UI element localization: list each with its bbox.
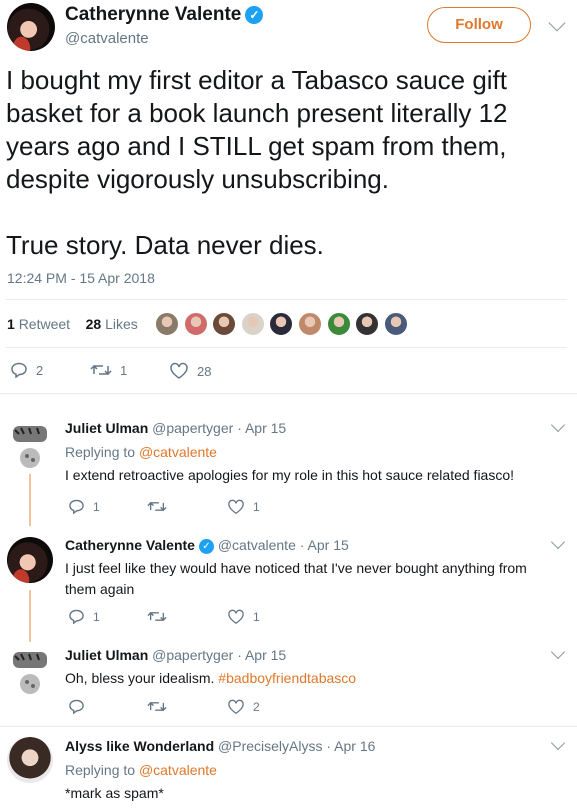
retweet-action[interactable] — [147, 699, 175, 714]
tweet-stats: 1 Retweet 28 Likes — [7, 316, 138, 332]
liker-avatar[interactable] — [240, 312, 265, 336]
retweet-icon — [147, 611, 167, 622]
like-count: 28 — [197, 363, 212, 379]
tiger-avatar-icon — [13, 652, 47, 694]
liker-avatar[interactable] — [355, 312, 380, 336]
reply-count: 1 — [93, 499, 100, 514]
like-count: 1 — [253, 610, 260, 624]
liker-avatar[interactable] — [212, 312, 237, 336]
reply-avatar[interactable] — [9, 646, 51, 696]
retweet-icon — [147, 501, 167, 512]
thread-line — [29, 590, 31, 642]
liker-avatar[interactable] — [326, 312, 351, 336]
like-count: 1 — [253, 500, 260, 514]
verified-badge-icon: ✓ — [198, 538, 214, 554]
reply-icon — [69, 609, 84, 624]
reply-count: 2 — [36, 362, 44, 378]
like-count: 2 — [253, 700, 260, 714]
chevron-down-icon[interactable] — [550, 417, 566, 433]
divider — [6, 299, 567, 300]
tweet-timestamp[interactable]: 12:24 PM - 15 Apr 2018 — [7, 270, 155, 286]
replying-to: Replying to @catvalente — [65, 444, 217, 460]
author-name[interactable]: Catherynne Valente ✓ — [65, 4, 264, 26]
reply-text: *mark as spam* — [65, 785, 164, 801]
reply-author-handle[interactable]: @PreciselyAlyss — [218, 738, 322, 754]
reply-date[interactable]: · Apr 15 — [237, 420, 286, 436]
verified-badge-icon: ✓ — [245, 5, 264, 24]
reply-avatar[interactable] — [7, 537, 53, 583]
heart-icon — [228, 609, 244, 625]
reply-header: Juliet Ulman @papertyger · Apr 15 — [65, 420, 286, 436]
chevron-down-icon[interactable] — [550, 534, 566, 550]
reply-action[interactable] — [68, 699, 93, 714]
reply-author-name[interactable]: Juliet Ulman — [65, 420, 148, 436]
mention-link[interactable]: @catvalente — [139, 444, 217, 460]
divider — [6, 347, 567, 348]
retweet-stat[interactable]: 1 Retweet — [7, 316, 70, 332]
heart-icon — [228, 699, 244, 715]
reply-author-name[interactable]: Catherynne Valente — [65, 537, 195, 553]
author-name-text: Catherynne Valente — [65, 4, 242, 25]
thread-line — [29, 474, 31, 526]
retweet-icon — [90, 364, 112, 376]
chevron-down-icon[interactable] — [550, 735, 566, 751]
reply-icon — [69, 499, 84, 514]
reply-icon — [11, 362, 27, 378]
replying-to: Replying to @catvalente — [65, 762, 217, 778]
reply-date[interactable]: · Apr 15 — [300, 537, 349, 553]
reply-count: 1 — [93, 609, 100, 624]
reply-action[interactable]: 1 — [68, 499, 100, 514]
liker-avatar[interactable] — [383, 312, 408, 336]
heart-icon — [228, 499, 244, 515]
reply-action[interactable]: 1 — [68, 609, 100, 624]
likes-stat[interactable]: 28 Likes — [86, 316, 138, 332]
author-avatar[interactable] — [7, 3, 55, 51]
retweet-action[interactable] — [147, 609, 175, 624]
tweet-text: I bought my first editor a Tabasco sauce… — [6, 65, 508, 260]
reply-author-handle[interactable]: @papertyger — [152, 420, 233, 436]
reply-text: I just feel like they would have noticed… — [65, 560, 527, 597]
retweet-icon — [147, 701, 167, 712]
hashtag-link[interactable]: #badboyfriendtabasco — [218, 670, 356, 686]
reply-author-name[interactable]: Alyss like Wonderland — [65, 738, 214, 754]
reply-action[interactable]: 2 — [10, 362, 43, 378]
author-handle[interactable]: @catvalente — [65, 30, 149, 47]
reply-author-name[interactable]: Juliet Ulman — [65, 647, 148, 663]
reply-date[interactable]: · Apr 16 — [326, 738, 375, 754]
reply-author-handle[interactable]: @catvalente — [218, 537, 296, 553]
reply-header: Juliet Ulman @papertyger · Apr 15 — [65, 647, 286, 663]
reply-text: Oh, bless your idealism. #badboyfriendta… — [65, 670, 357, 686]
chevron-down-icon[interactable] — [548, 14, 566, 32]
tiger-avatar-icon — [13, 426, 47, 468]
reply-icon — [69, 699, 84, 714]
like-action[interactable]: 2 — [227, 699, 260, 715]
reply-author-handle[interactable]: @papertyger — [152, 647, 233, 663]
liker-avatar[interactable] — [298, 312, 322, 336]
divider — [0, 726, 577, 727]
retweet-count: 1 — [120, 362, 128, 378]
liker-avatar[interactable] — [269, 312, 294, 336]
like-action[interactable]: 28 — [169, 362, 211, 380]
heart-icon — [170, 362, 188, 379]
chevron-down-icon[interactable] — [550, 644, 566, 660]
follow-button[interactable]: Follow — [427, 7, 531, 43]
like-action[interactable]: 1 — [227, 609, 260, 625]
retweet-action[interactable] — [147, 499, 175, 514]
reply-text: I extend retroactive apologies for my ro… — [65, 467, 515, 483]
reply-avatar[interactable] — [7, 737, 53, 783]
reply-avatar[interactable] — [9, 420, 51, 470]
reply-header: Catherynne Valente ✓ @catvalente · Apr 15 — [65, 537, 349, 554]
like-action[interactable]: 1 — [227, 499, 260, 515]
reply-date[interactable]: · Apr 15 — [237, 647, 286, 663]
reply-header: Alyss like Wonderland @PreciselyAlyss · … — [65, 738, 375, 754]
retweet-action[interactable]: 1 — [90, 362, 127, 378]
divider — [0, 393, 577, 394]
mention-link[interactable]: @catvalente — [139, 762, 217, 778]
liker-avatar[interactable] — [183, 312, 208, 336]
liker-avatar[interactable] — [155, 312, 179, 336]
